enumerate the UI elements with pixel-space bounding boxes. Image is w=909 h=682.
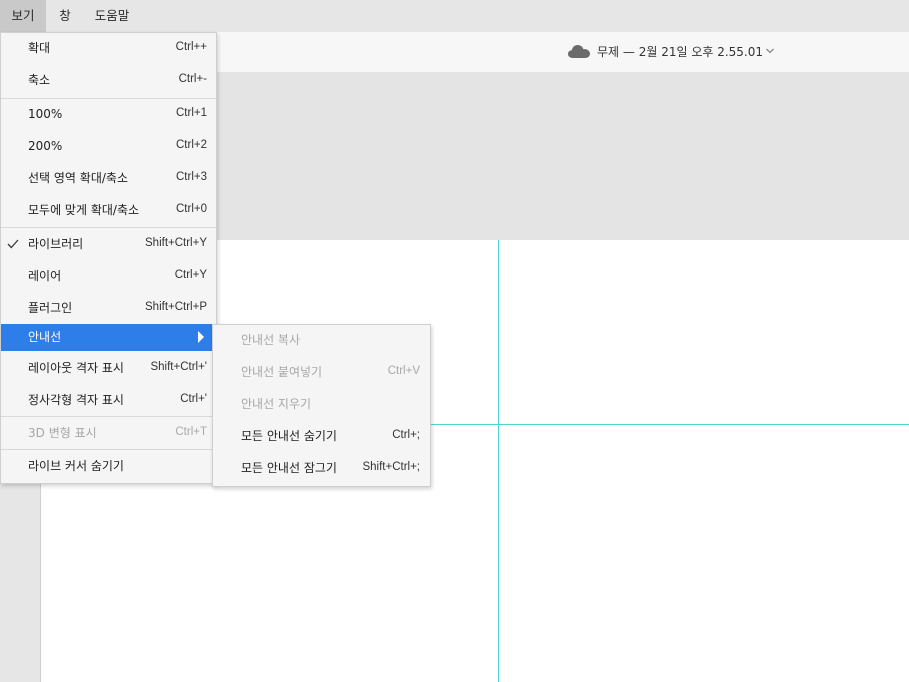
menu-item-label: 정사각형 격자 표시 [28, 393, 124, 407]
menu-item-shortcut: Ctrl+' [180, 393, 207, 405]
menu-item-zoom-fit-all[interactable]: 모두에 맞게 확대/축소 Ctrl+0 [1, 195, 216, 225]
menu-item-shortcut: Shift+Ctrl+Y [145, 237, 207, 249]
menu-item-shortcut: Ctrl+Y [174, 269, 207, 281]
document-title[interactable]: 무제 — 2월 21일 오후 2.55.01 [597, 44, 763, 60]
menu-item-layers[interactable]: 레이어 Ctrl+Y [1, 261, 216, 291]
menu-item-shortcut: Shift+Ctrl+P [145, 301, 207, 313]
menu-item-hide-live-cursors[interactable]: 라이브 커서 숨기기 [1, 451, 216, 481]
menu-separator [1, 227, 216, 228]
menu-item-label: 안내선 복사 [241, 333, 301, 347]
menu-item-shortcut: Ctrl++ [175, 41, 207, 53]
menu-item-shortcut: Shift+Ctrl+' [150, 361, 207, 373]
submenu-item-lock-all-guides[interactable]: 모든 안내선 잠그기 Shift+Ctrl+; [213, 453, 430, 483]
menu-item-zoom-selection[interactable]: 선택 영역 확대/축소 Ctrl+3 [1, 163, 216, 193]
menu-item-zoom-out[interactable]: 축소 Ctrl+- [1, 65, 216, 95]
menu-item-label: 라이브 커서 숨기기 [28, 459, 124, 473]
submenu-item-clear-guides: 안내선 지우기 [213, 389, 430, 419]
menu-item-shortcut: Ctrl+1 [176, 107, 207, 119]
guides-submenu: 안내선 복사 안내선 붙여넣기 Ctrl+V 안내선 지우기 모든 안내선 숨기… [212, 324, 431, 487]
menu-view[interactable]: 보기 [0, 0, 46, 32]
menu-item-label: 라이브러리 [28, 237, 84, 251]
menu-item-label: 안내선 지우기 [241, 397, 312, 411]
menu-item-label: 100% [28, 107, 63, 121]
menu-item-label: 레이아웃 격자 표시 [28, 361, 124, 375]
menu-help[interactable]: 도움말 [84, 0, 140, 32]
submenu-item-hide-all-guides[interactable]: 모든 안내선 숨기기 Ctrl+; [213, 421, 430, 451]
menu-item-label: 안내선 [28, 330, 62, 344]
menu-item-shortcut: Ctrl+; [392, 429, 420, 441]
menu-bar: 보기 창 도움말 [0, 0, 909, 32]
menu-item-label: 모든 안내선 숨기기 [241, 429, 337, 443]
submenu-arrow-icon [198, 331, 204, 343]
menu-item-label: 플러그인 [28, 301, 73, 315]
menu-item-label: 3D 변형 표시 [28, 426, 97, 440]
menu-item-plugins[interactable]: 플러그인 Shift+Ctrl+P [1, 293, 216, 323]
menu-item-shortcut: Ctrl+0 [176, 203, 207, 215]
menu-item-zoom-200[interactable]: 200% Ctrl+2 [1, 131, 216, 161]
menu-item-zoom-100[interactable]: 100% Ctrl+1 [1, 99, 216, 129]
cloud-icon [568, 45, 590, 58]
menu-item-label: 모두에 맞게 확대/축소 [28, 203, 140, 217]
menu-item-libraries[interactable]: 라이브러리 Shift+Ctrl+Y [1, 229, 216, 259]
menu-item-guides[interactable]: 안내선 [1, 324, 216, 351]
menu-item-label: 선택 영역 확대/축소 [28, 171, 128, 185]
menu-item-label: 안내선 붙여넣기 [241, 365, 323, 379]
menu-item-layout-grid[interactable]: 레이아웃 격자 표시 Shift+Ctrl+' [1, 353, 216, 383]
vertical-guide[interactable] [498, 240, 499, 682]
menu-item-zoom-in[interactable]: 확대 Ctrl++ [1, 33, 216, 63]
submenu-item-copy-guides: 안내선 복사 [213, 325, 430, 355]
menu-item-label: 레이어 [28, 269, 62, 283]
menu-item-label: 모든 안내선 잠그기 [241, 461, 337, 475]
menu-item-shortcut: Ctrl+V [387, 365, 420, 377]
menu-item-label: 축소 [28, 73, 51, 87]
menu-separator [1, 416, 216, 417]
menu-item-square-grid[interactable]: 정사각형 격자 표시 Ctrl+' [1, 385, 216, 415]
menu-separator [1, 449, 216, 450]
checkmark-icon [7, 239, 19, 249]
menu-item-shortcut: Ctrl+3 [176, 171, 207, 183]
menu-item-shortcut: Ctrl+T [175, 426, 207, 438]
menu-item-shortcut: Ctrl+- [178, 73, 207, 85]
view-menu: 확대 Ctrl++ 축소 Ctrl+- 100% Ctrl+1 200% Ctr… [0, 32, 217, 484]
menu-item-3d-transform: 3D 변형 표시 Ctrl+T [1, 418, 216, 448]
menu-item-label: 200% [28, 139, 63, 153]
menu-item-label: 확대 [28, 41, 51, 55]
menu-window[interactable]: 창 [46, 0, 84, 32]
submenu-item-paste-guides: 안내선 붙여넣기 Ctrl+V [213, 357, 430, 387]
menu-item-shortcut: Ctrl+2 [176, 139, 207, 151]
chevron-down-icon[interactable] [765, 46, 775, 56]
menu-item-shortcut: Shift+Ctrl+; [362, 461, 420, 473]
